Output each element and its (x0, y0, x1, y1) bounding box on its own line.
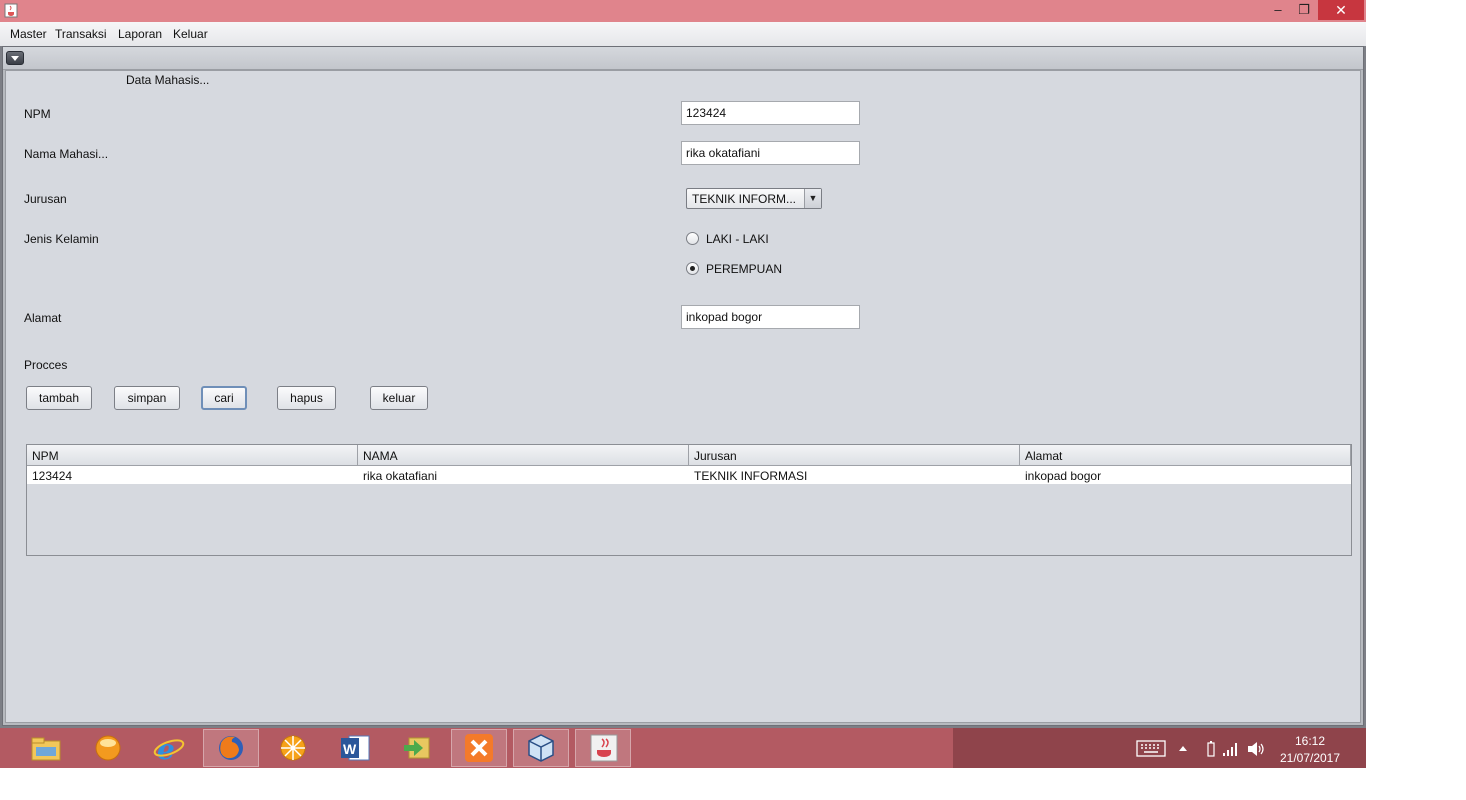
alamat-label: Alamat (24, 311, 62, 325)
nama-label: Nama Mahasi... (24, 147, 109, 161)
virtualbox-icon[interactable] (525, 733, 557, 763)
frame-title: Data Mahasis... (126, 73, 210, 87)
table-cell-alamat: inkopad bogor (1025, 469, 1102, 483)
chevron-down-icon[interactable]: ▼ (804, 189, 821, 208)
jurusan-dropdown[interactable]: TEKNIK INFORM... ▼ (686, 188, 822, 209)
svg-text:W: W (343, 741, 357, 757)
menu-laporan[interactable]: Laporan (118, 27, 162, 41)
column-header-nama[interactable]: NAMA (358, 445, 689, 466)
table-cell-nama: rika okatafiani (363, 469, 438, 483)
chevron-up-icon[interactable] (1178, 744, 1188, 752)
npm-label: NPM (24, 107, 51, 121)
java-app-icon (4, 3, 18, 18)
internal-frame-title-bar (3, 47, 1363, 70)
process-label: Procces (24, 358, 68, 372)
keyboard-icon[interactable] (1136, 740, 1166, 757)
speaker-icon[interactable] (1247, 741, 1265, 757)
alamat-field[interactable] (681, 305, 860, 329)
radio-perempuan-label[interactable]: PEREMPUAN (706, 262, 782, 276)
jurusan-label: Jurusan (24, 192, 67, 206)
firefox-icon[interactable] (215, 733, 247, 763)
maximize-button[interactable]: ❐ (1292, 0, 1316, 20)
app-orange-icon[interactable] (277, 733, 309, 763)
menu-keluar[interactable]: Keluar (173, 27, 208, 41)
internet-explorer-icon[interactable]: e (153, 733, 185, 763)
app-arrow-icon[interactable] (401, 733, 433, 763)
tambah-button[interactable]: tambah (26, 386, 92, 410)
table-row[interactable] (27, 466, 1351, 484)
window-title-bar (0, 0, 1366, 22)
battery-icon[interactable] (1206, 741, 1216, 757)
table-cell-npm: 123424 (32, 469, 73, 483)
menu-bar: Master Transaksi Laporan Keluar (0, 22, 1366, 47)
cari-button[interactable]: cari (201, 386, 247, 410)
jenis-kelamin-label: Jenis Kelamin (24, 232, 99, 246)
column-header-npm[interactable]: NPM (27, 445, 358, 466)
column-header-jurusan[interactable]: Jurusan (689, 445, 1020, 466)
clock-time[interactable]: 16:12 (1280, 734, 1340, 748)
table-cell-jurusan: TEKNIK INFORMASI (694, 469, 808, 483)
svg-text:e: e (157, 733, 175, 763)
menu-master[interactable]: Master (10, 27, 47, 41)
jurusan-selected-value: TEKNIK INFORM... (692, 192, 797, 206)
nama-field[interactable] (681, 141, 860, 165)
column-header-alamat[interactable]: Alamat (1020, 445, 1351, 466)
word-icon[interactable]: W (339, 733, 371, 763)
simpan-button[interactable]: simpan (114, 386, 180, 410)
frame-menu-icon[interactable] (6, 51, 24, 65)
file-explorer-icon[interactable] (30, 733, 62, 763)
radio-perempuan[interactable] (686, 262, 699, 275)
clock-date[interactable]: 21/07/2017 (1276, 751, 1344, 765)
minimize-button[interactable]: – (1266, 0, 1290, 20)
hapus-button[interactable]: hapus (277, 386, 336, 410)
xampp-icon[interactable] (463, 733, 495, 763)
radio-laki-laki[interactable] (686, 232, 699, 245)
java-icon[interactable] (588, 733, 620, 763)
media-player-icon[interactable] (92, 733, 124, 763)
close-button[interactable]: ✕ (1318, 0, 1364, 20)
radio-laki-laki-label[interactable]: LAKI - LAKI (706, 232, 769, 246)
menu-transaksi[interactable]: Transaksi (55, 27, 107, 41)
npm-field[interactable] (681, 101, 860, 125)
network-signal-icon[interactable] (1222, 741, 1240, 757)
keluar-button[interactable]: keluar (370, 386, 428, 410)
